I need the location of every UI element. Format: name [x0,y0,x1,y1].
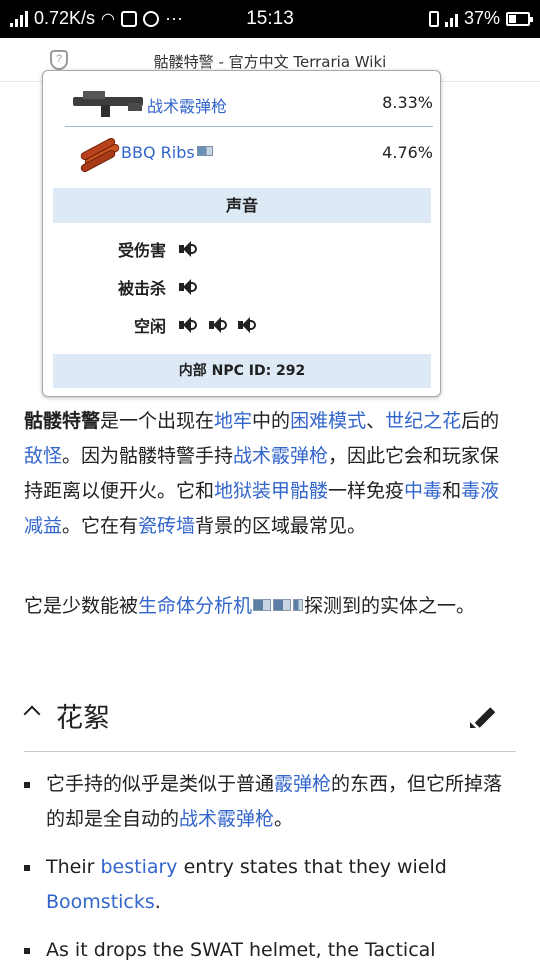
speaker-icon[interactable] [238,317,258,333]
list-item: As it drops the SWAT helmet, the Tactica… [46,933,516,960]
link-dungeon[interactable]: 地牢 [214,410,252,432]
text: 是一个出现在 [100,410,215,432]
npc-id-footer: 内部 NPC ID: 292 [53,354,431,388]
link-tactical-shotgun[interactable]: 战术霰弹枪 [233,445,328,467]
link-tactical-shotgun[interactable]: 战术霰弹枪 [179,808,274,830]
npc-name-bold: 骷髅特警 [24,410,101,432]
link-hell-armored-bones[interactable]: 地狱装甲骷髅 [214,480,328,502]
text: 中的 [252,410,291,432]
drop-percent: 8.33% [382,93,433,112]
text: 一样免疫 [328,480,405,502]
drop-item-link[interactable]: 战术霰弹枪 [147,93,227,117]
speaker-icon[interactable] [179,241,199,257]
mobile-icon [293,599,304,611]
link-plantera[interactable]: 世纪之花 [385,410,461,432]
vibrate-icon [428,10,439,27]
npc-infobox: 战术霰弹枪 8.33% BBQ Ribs 4.76% 声音 受伤害 被击杀 空闲… [42,70,441,397]
text: 背景的区域最常见。 [195,515,367,537]
text: entry states that they wield [177,856,447,878]
status-bar: 0.72K/s ◠ ··· 15:13 37% [0,0,540,38]
link-shotgun[interactable]: 霰弹枪 [274,773,331,795]
drop-percent: 4.76% [382,143,433,162]
speaker-icon[interactable] [179,279,199,295]
cell-signal-icon [444,11,458,27]
text: As it drops the SWAT helmet, the Tactica… [46,939,436,960]
link-enemies[interactable]: 敌怪 [24,445,62,467]
intro-paragraph: 骷髅特警是一个出现在地牢中的困难模式、世纪之花后的敌怪。因为骷髅特警手持战术霰弹… [24,404,516,544]
sound-row: 受伤害 [43,237,440,267]
list-item: 它手持的似乎是类似于普通霰弹枪的东西，但它所掉落的却是全自动的战术霰弹枪。 [46,767,516,837]
text: 。因为骷髅特警手持 [62,445,234,467]
drop-row: 战术霰弹枪 8.33% [65,81,433,127]
sound-label: 空闲 [133,317,166,336]
sound-label: 被击杀 [117,279,166,298]
chevron-up-icon[interactable] [23,705,41,723]
link-poisoned[interactable]: 中毒 [404,480,442,502]
lifeform-paragraph: 它是少数能被生命体分析机 探测到的实体之一。 [24,589,516,624]
drop-row: BBQ Ribs 4.76% [65,131,433,177]
battery-percent: 37% [463,8,500,28]
link-boomsticks[interactable]: Boomsticks [46,891,155,913]
speaker-icon[interactable] [209,317,229,333]
page-title: 骷髅特警 - 官方中文 Terraria Wiki [153,53,387,71]
text: 。 [274,808,294,830]
tactical-shotgun-sprite [73,87,143,117]
text: . [154,891,161,913]
bullet-dot [24,782,30,788]
bullet-dot [24,865,30,871]
text: 。它在有 [62,515,139,537]
text: 、 [366,410,386,432]
text: Their [46,856,101,878]
drop-item-link[interactable]: BBQ Ribs [121,143,195,162]
battery-fill [509,14,516,23]
text: 和 [442,480,462,502]
text: 它手持的似乎是类似于普通 [46,773,275,795]
text: 后的 [461,410,500,432]
list-item: Their bestiary entry states that they wi… [46,850,516,920]
text: 探测到的实体之一。 [304,595,476,617]
edit-pencil-icon[interactable] [470,704,496,730]
link-bestiary[interactable]: bestiary [100,856,177,878]
sound-row: 空闲 [43,313,440,343]
bbq-ribs-sprite [77,135,121,174]
sound-label: 受伤害 [117,241,166,260]
battery-icon [506,11,533,26]
controller-icon [273,599,292,611]
platform-icon [253,599,272,611]
link-lifeform-analyzer[interactable]: 生命体分析机 [138,595,252,617]
sound-row: 被击杀 [43,275,440,305]
status-right: 37% [428,8,533,29]
link-tile-walls[interactable]: 瓷砖墙 [138,515,195,537]
section-title: 花絮 [56,703,110,734]
text: 它是少数能被 [24,595,139,617]
speaker-icon[interactable] [179,317,199,333]
platform-icon [196,146,213,156]
link-hardmode[interactable]: 困难模式 [290,410,366,432]
trivia-section-header[interactable]: 花絮 [23,692,516,752]
sound-section-heading: 声音 [53,188,431,223]
bullet-dot [24,948,30,954]
